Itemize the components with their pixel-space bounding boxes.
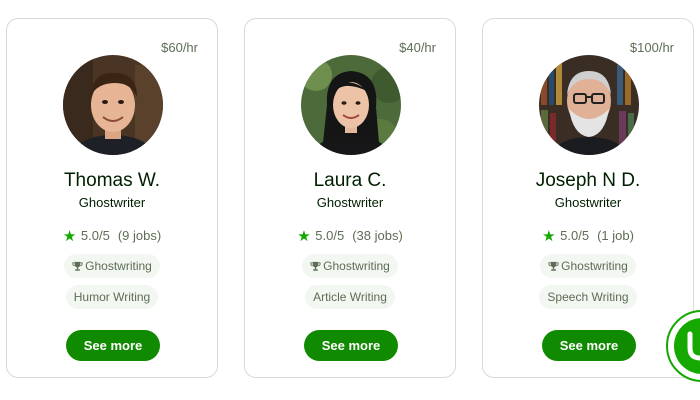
freelancer-card-thomas[interactable]: $60/hr Thomas W. Ghostwriter ★ 5.0/5 (9 j… bbox=[6, 18, 218, 378]
avatar[interactable] bbox=[301, 55, 401, 155]
trophy-icon bbox=[310, 261, 321, 271]
see-more-button[interactable]: See more bbox=[542, 330, 636, 361]
hourly-rate: $60/hr bbox=[161, 40, 198, 55]
skill-tag-label: Ghostwriting bbox=[85, 259, 152, 273]
avatar[interactable] bbox=[63, 55, 163, 155]
rating-value: 5.0/5 bbox=[80, 228, 110, 243]
trophy-icon bbox=[548, 261, 559, 271]
see-more-button[interactable]: See more bbox=[66, 330, 160, 361]
jobs-count: (9 jobs) bbox=[117, 228, 162, 243]
rating-summary: ★ 5.0/5 (38 jobs) bbox=[245, 227, 455, 245]
freelancer-name[interactable]: Thomas W. bbox=[7, 170, 217, 192]
freelancer-card-laura[interactable]: $40/hr Laura C. Ghostwriter ★ 5.0/5 (38 j… bbox=[244, 18, 456, 378]
star-icon: ★ bbox=[542, 228, 556, 245]
star-icon: ★ bbox=[297, 228, 311, 245]
hourly-rate: $100/hr bbox=[629, 40, 674, 55]
rating-summary: ★ 5.0/5 (9 jobs) bbox=[7, 227, 217, 245]
skill-tag-top[interactable]: Ghostwriting bbox=[302, 254, 398, 278]
avatar[interactable] bbox=[539, 55, 639, 155]
freelancer-name[interactable]: Joseph N D. bbox=[483, 170, 693, 192]
jobs-count: (1 job) bbox=[597, 228, 634, 243]
rating-value: 5.0/5 bbox=[560, 228, 590, 243]
jobs-count: (38 jobs) bbox=[352, 228, 403, 243]
skill-tag-label: Ghostwriting bbox=[323, 259, 390, 273]
trophy-icon bbox=[72, 261, 83, 271]
rating-value: 5.0/5 bbox=[315, 228, 345, 243]
hourly-rate: $40/hr bbox=[399, 40, 436, 55]
skill-tag-label: Ghostwriting bbox=[561, 259, 628, 273]
freelancer-title: Ghostwriter bbox=[316, 195, 384, 210]
star-icon: ★ bbox=[62, 228, 77, 245]
freelancer-name[interactable]: Laura C. bbox=[245, 170, 455, 192]
freelancer-title: Ghostwriter bbox=[78, 195, 146, 210]
rating-summary: ★ 5.0/5 (1 job) bbox=[483, 227, 693, 245]
freelancer-title: Ghostwriter bbox=[554, 195, 622, 210]
see-more-button[interactable]: See more bbox=[304, 330, 398, 361]
upwork-logo-icon[interactable] bbox=[664, 310, 700, 382]
skill-tag-top[interactable]: Ghostwriting bbox=[540, 254, 636, 278]
skill-tag[interactable]: Speech Writing bbox=[539, 285, 637, 309]
skill-tag-top[interactable]: Ghostwriting bbox=[64, 254, 160, 278]
skill-tag[interactable]: Humor Writing bbox=[65, 285, 159, 309]
freelancer-card-joseph[interactable]: $100/hr Joseph N D. Ghostwriter ★ 5.0/5 (… bbox=[482, 18, 694, 378]
skill-tag[interactable]: Article Writing bbox=[305, 285, 395, 309]
